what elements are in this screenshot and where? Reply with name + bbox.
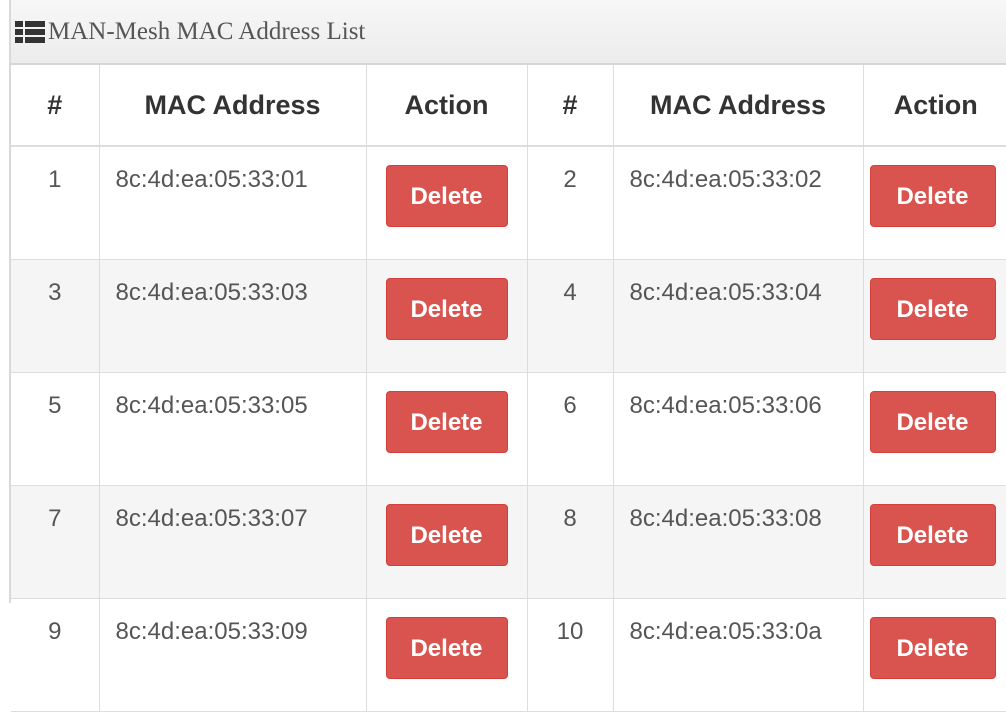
table-row: 5 8c:4d:ea:05:33:05 Delete 6 8c:4d:ea:05… <box>11 372 1006 486</box>
mac-address-cell: 8c:4d:ea:05:33:08 <box>613 485 864 599</box>
table-header-row: # MAC Address Action # MAC Address Actio… <box>11 65 1006 147</box>
panel-title-text: MAN-Mesh MAC Address List <box>48 17 366 45</box>
mac-address-cell: 8c:4d:ea:05:33:06 <box>613 372 864 486</box>
action-cell: Delete <box>366 259 528 373</box>
mac-address-cell: 8c:4d:ea:05:33:0a <box>613 598 864 712</box>
delete-button[interactable]: Delete <box>385 278 508 340</box>
row-index: 1 <box>11 146 100 260</box>
delete-button[interactable]: Delete <box>869 165 996 227</box>
row-index: 8 <box>527 485 614 599</box>
mac-address-panel: MAN-Mesh MAC Address List # MAC Address … <box>9 0 1006 712</box>
delete-button[interactable]: Delete <box>385 391 508 453</box>
header-mac-address: MAC Address <box>99 65 367 147</box>
action-cell: Delete <box>863 485 1006 599</box>
delete-button[interactable]: Delete <box>385 504 508 566</box>
row-index: 5 <box>11 372 100 486</box>
delete-button[interactable]: Delete <box>869 617 996 679</box>
action-cell: Delete <box>366 146 528 260</box>
header-action: Action <box>366 65 528 147</box>
action-cell: Delete <box>366 372 528 486</box>
row-index: 4 <box>527 259 614 373</box>
table-row: 7 8c:4d:ea:05:33:07 Delete 8 8c:4d:ea:05… <box>11 485 1006 599</box>
table-row: 9 8c:4d:ea:05:33:09 Delete 10 8c:4d:ea:0… <box>11 598 1006 712</box>
list-icon <box>15 20 45 43</box>
delete-button[interactable]: Delete <box>385 165 508 227</box>
panel-title: MAN-Mesh MAC Address List <box>15 18 365 46</box>
row-index: 6 <box>527 372 614 486</box>
action-cell: Delete <box>863 372 1006 486</box>
mac-address-cell: 8c:4d:ea:05:33:03 <box>99 259 367 373</box>
delete-button[interactable]: Delete <box>869 504 996 566</box>
header-action: Action <box>863 65 1006 147</box>
row-index: 9 <box>11 598 100 712</box>
mac-address-cell: 8c:4d:ea:05:33:07 <box>99 485 367 599</box>
action-cell: Delete <box>863 146 1006 260</box>
delete-button[interactable]: Delete <box>385 617 508 679</box>
action-cell: Delete <box>863 259 1006 373</box>
mac-address-cell: 8c:4d:ea:05:33:01 <box>99 146 367 260</box>
mac-address-cell: 8c:4d:ea:05:33:04 <box>613 259 864 373</box>
table-row: 1 8c:4d:ea:05:33:01 Delete 2 8c:4d:ea:05… <box>11 146 1006 260</box>
header-index: # <box>11 65 100 147</box>
row-index: 2 <box>527 146 614 260</box>
mac-address-table: # MAC Address Action # MAC Address Actio… <box>11 65 1006 712</box>
mac-address-cell: 8c:4d:ea:05:33:09 <box>99 598 367 712</box>
header-mac-address: MAC Address <box>613 65 864 147</box>
row-index: 10 <box>527 598 614 712</box>
delete-button[interactable]: Delete <box>869 278 996 340</box>
action-cell: Delete <box>863 598 1006 712</box>
delete-button[interactable]: Delete <box>869 391 996 453</box>
table-body: 1 8c:4d:ea:05:33:01 Delete 2 8c:4d:ea:05… <box>11 146 1006 712</box>
mac-address-cell: 8c:4d:ea:05:33:05 <box>99 372 367 486</box>
row-index: 7 <box>11 485 100 599</box>
action-cell: Delete <box>366 598 528 712</box>
panel-heading: MAN-Mesh MAC Address List <box>11 0 1006 65</box>
table-row: 3 8c:4d:ea:05:33:03 Delete 4 8c:4d:ea:05… <box>11 259 1006 373</box>
action-cell: Delete <box>366 485 528 599</box>
header-index: # <box>527 65 614 147</box>
mac-address-cell: 8c:4d:ea:05:33:02 <box>613 146 864 260</box>
row-index: 3 <box>11 259 100 373</box>
